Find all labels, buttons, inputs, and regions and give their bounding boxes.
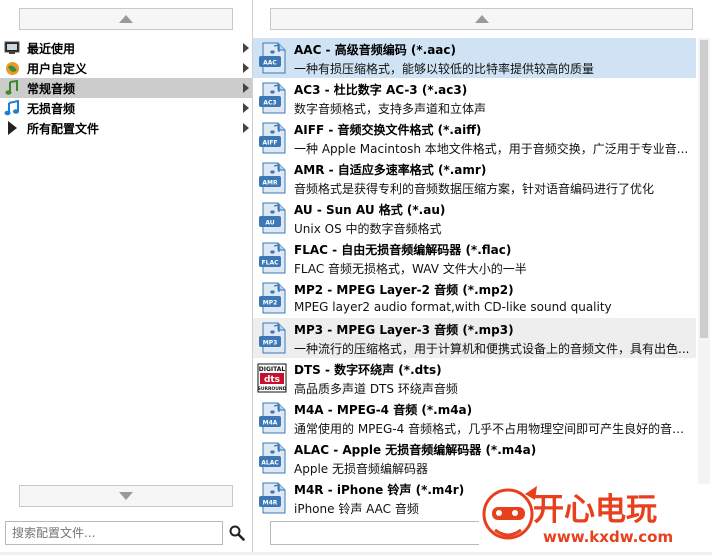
audio-file-icon: MP2 [257,282,287,314]
audio-file-icon: M4R [257,482,287,514]
format-title: AU - Sun AU 格式 (*.au) [294,203,446,217]
category-item-custom[interactable]: 用户自定义 [0,58,252,78]
audio-file-icon: FLAC [257,242,287,274]
format-item-dts[interactable]: DIGITAL dts SURROUND DTS - 数字环绕声 (*.dts) 高品质… [253,358,696,398]
dts-logo-icon: DIGITAL dts SURROUND [257,362,287,394]
format-description: 一种流行的压缩格式，用于计算机和便携式设备上的音频文件，具有出色... [294,342,690,356]
format-description: MPEG layer2 audio format,with CD-like so… [294,300,612,314]
format-item-ac3[interactable]: AC3 AC3 - 杜比数字 AC-3 (*.ac3) 数字音频格式，支持多声道和立… [253,78,696,118]
chevron-right-icon [243,103,249,113]
format-badge: AIFF [262,140,277,147]
format-list: AAC AAC - 高级音频编码 (*.aac) 一种有损压缩格式，能够以较低的比特… [253,38,696,518]
category-label: 所有配置文件 [27,121,100,136]
monitor-icon [4,40,20,56]
format-badge: M4A [263,420,278,427]
category-item-lossless-audio[interactable]: 无损音频 [0,98,252,118]
format-description: 一种有损压缩格式，能够以较低的比特率提供较高的质量 [294,62,595,76]
category-label: 常规音频 [27,81,76,96]
format-title: AIFF - 音频交换文件格式 (*.aiff) [294,123,482,137]
format-title: MP3 - MPEG Layer-3 音频 (*.mp3) [294,323,514,337]
audio-file-icon: AIFF [257,122,287,154]
format-description: 通常使用的 MPEG-4 音频格式，几乎不占用物理空间即可产生良好的音频... [294,422,690,436]
format-description: 高品质多声道 DTS 环绕声音频 [294,382,458,396]
format-title: AC3 - 杜比数字 AC-3 (*.ac3) [294,83,468,97]
format-title: M4A - MPEG-4 音频 (*.m4a) [294,403,473,417]
category-list: 最近使用 用户自定义 常规音频 无损音频 所有配置文件 [0,38,252,138]
format-title: MP2 - MPEG Layer-2 音频 (*.mp2) [294,283,514,297]
format-description: FLAC 音频无损格式，WAV 文件大小的一半 [294,262,527,276]
music-note-icon [4,80,20,96]
format-title: ALAC - Apple 无损音频编解码器 (*.m4a) [294,443,537,457]
watermark-title: 开心电玩 [533,492,657,528]
category-panel: 最近使用 用户自定义 常规音频 无损音频 所有配置文件 搜索配置文件... [0,0,253,552]
category-item-recent[interactable]: 最近使用 [0,38,252,58]
category-scroll-down-button[interactable] [19,485,233,507]
format-item-mp3[interactable]: MP3 MP3 - MPEG Layer-3 音频 (*.mp3) 一种流行的压缩格… [253,318,696,358]
category-item-all-profiles[interactable]: 所有配置文件 [0,118,252,138]
audio-file-icon: AU [257,202,287,234]
format-badge: MP3 [263,340,278,347]
category-item-general-audio[interactable]: 常规音频 [0,78,252,98]
dts-logo-bottom: SURROUND [258,386,287,392]
audio-file-icon: M4A [257,402,287,434]
format-item-alac[interactable]: ALAC ALAC - Apple 无损音频编解码器 (*.m4a) Apple 无… [253,438,696,478]
category-label: 用户自定义 [27,61,88,76]
format-item-flac[interactable]: FLAC FLAC - 自由无损音频编解码器 (*.flac) FLAC 音频无损格… [253,238,696,278]
format-badge: AAC [263,60,277,67]
scrollbar-thumb[interactable] [700,40,708,338]
format-scrollbar[interactable] [698,38,710,516]
format-title: DTS - 数字环绕声 (*.dts) [294,363,442,377]
format-item-amr[interactable]: AMR AMR - 自适应多速率格式 (*.amr) 音频格式是获得专利的音频数据压… [253,158,696,198]
format-badge: AU [265,220,274,227]
dts-logo-top: DIGITAL [259,366,286,373]
format-description: 一种 Apple Macintosh 本地文件格式，用于音频交换，广泛用于专业音… [294,142,689,156]
format-item-aiff[interactable]: AIFF AIFF - 音频交换文件格式 (*.aiff) 一种 Apple Mac… [253,118,696,158]
play-triangle-icon [4,120,20,136]
arrow-up-icon [119,15,133,23]
audio-file-icon: AMR [257,162,287,194]
audio-file-icon: AC3 [257,82,287,114]
format-title: AAC - 高级音频编码 (*.aac) [294,43,457,57]
search-button[interactable] [226,521,248,545]
audio-file-icon: ALAC [257,442,287,474]
arrow-up-icon [474,15,489,23]
profile-search-input[interactable] [5,521,223,545]
chevron-right-icon [243,63,249,73]
search-icon [229,525,245,541]
category-label: 最近使用 [27,41,76,56]
format-item-mp2[interactable]: MP2 MP2 - MPEG Layer-2 音频 (*.mp2) MPEG lay… [253,278,696,318]
chevron-right-icon [243,123,249,133]
format-scroll-up-button[interactable] [270,8,693,30]
blue-music-note-icon [4,100,20,116]
format-description: Unix OS 中的数字音频格式 [294,222,442,236]
format-item-m4a[interactable]: M4A M4A - MPEG-4 音频 (*.m4a) 通常使用的 MPEG-4 音… [253,398,696,438]
chevron-right-icon [243,83,249,93]
format-description: 音频格式是获得专利的音频数据压缩方案，针对语音编码进行了优化 [294,182,655,196]
audio-file-icon: AAC [257,42,287,74]
format-badge: FLAC [262,260,280,267]
format-item-au[interactable]: AU AU - Sun AU 格式 (*.au) Unix OS 中的数字音频格式 [253,198,696,238]
chevron-right-icon [243,43,249,53]
format-badge: AMR [262,180,278,187]
format-badge: M4R [263,500,278,507]
format-title: FLAC - 自由无损音频编解码器 (*.flac) [294,243,512,257]
category-label: 无损音频 [27,101,76,116]
audio-file-icon: MP3 [257,322,287,354]
format-badge: AC3 [263,100,276,107]
format-description: 数字音频格式，支持多声道和立体声 [294,102,487,116]
format-panel: AAC AAC - 高级音频编码 (*.aac) 一种有损压缩格式，能够以较低的比特… [253,0,712,552]
category-scroll-up-button[interactable] [19,8,233,30]
watermark-logo: 开心电玩 www.kxdw.com [465,476,712,552]
globe-icon [4,60,20,76]
format-title: M4R - iPhone 铃声 (*.m4r) [294,483,465,497]
arrow-down-icon [119,492,133,500]
dts-logo-mid: dts [264,375,280,385]
format-title: AMR - 自适应多速率格式 (*.amr) [294,163,487,177]
watermark-url: www.kxdw.com [543,528,673,546]
format-badge: ALAC [261,460,279,467]
format-description: Apple 无损音频编解码器 [294,462,428,476]
format-badge: MP2 [263,300,278,307]
format-item-aac[interactable]: AAC AAC - 高级音频编码 (*.aac) 一种有损压缩格式，能够以较低的比特… [253,38,696,78]
